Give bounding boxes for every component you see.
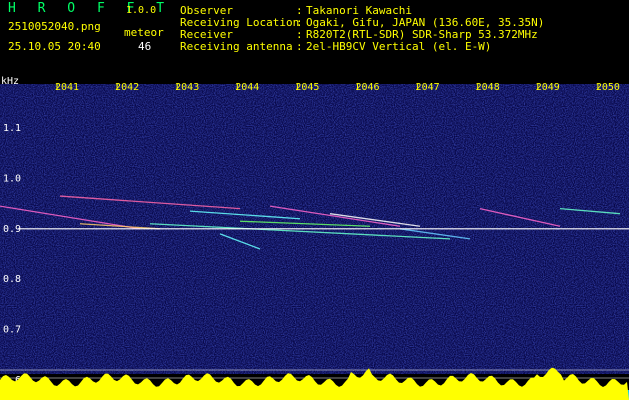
x-tick-label: 2042 [115,82,139,93]
antenna-label: Receiving antenna [180,40,293,53]
x-tick-label: 2044 [235,82,259,93]
app-version: 1.0.0 [126,5,157,16]
x-tick-label: 2047 [416,82,440,93]
x-tick-label: 2050 [596,82,620,93]
antenna-value: 2el-HB9CV Vertical (el. E-W) [306,40,492,53]
meteor-count: 46 [138,40,152,53]
y-tick-label: 1.0 [3,173,21,184]
file-name: 2510052040.png [8,20,101,33]
antenna-sep: : [296,40,303,53]
spectrogram: 2041 2042 2043 2044 2045 2046 2047 2048 2049 2050… [0,72,629,400]
y-axis-label: kHz [1,76,19,87]
date-time: 25.10.05 20:40 [8,40,101,53]
x-tick-label: 2045 [295,82,319,93]
x-tick-label: 2048 [476,82,500,93]
y-tick-label: 0.7 [3,325,21,336]
y-tick-label: 0.9 [3,224,21,235]
x-tick-label: 2046 [355,82,379,93]
meteor-label: meteor [124,26,164,39]
y-tick-label: 0.8 [3,274,21,285]
x-tick-label: 2041 [55,82,79,93]
spectrogram-svg: 2041 2042 2043 2044 2045 2046 2047 2048 2049 2050… [0,76,629,400]
y-tick-label: 1.1 [3,123,21,134]
x-tick-label: 2049 [536,82,560,93]
x-tick-label: 2043 [175,82,199,93]
